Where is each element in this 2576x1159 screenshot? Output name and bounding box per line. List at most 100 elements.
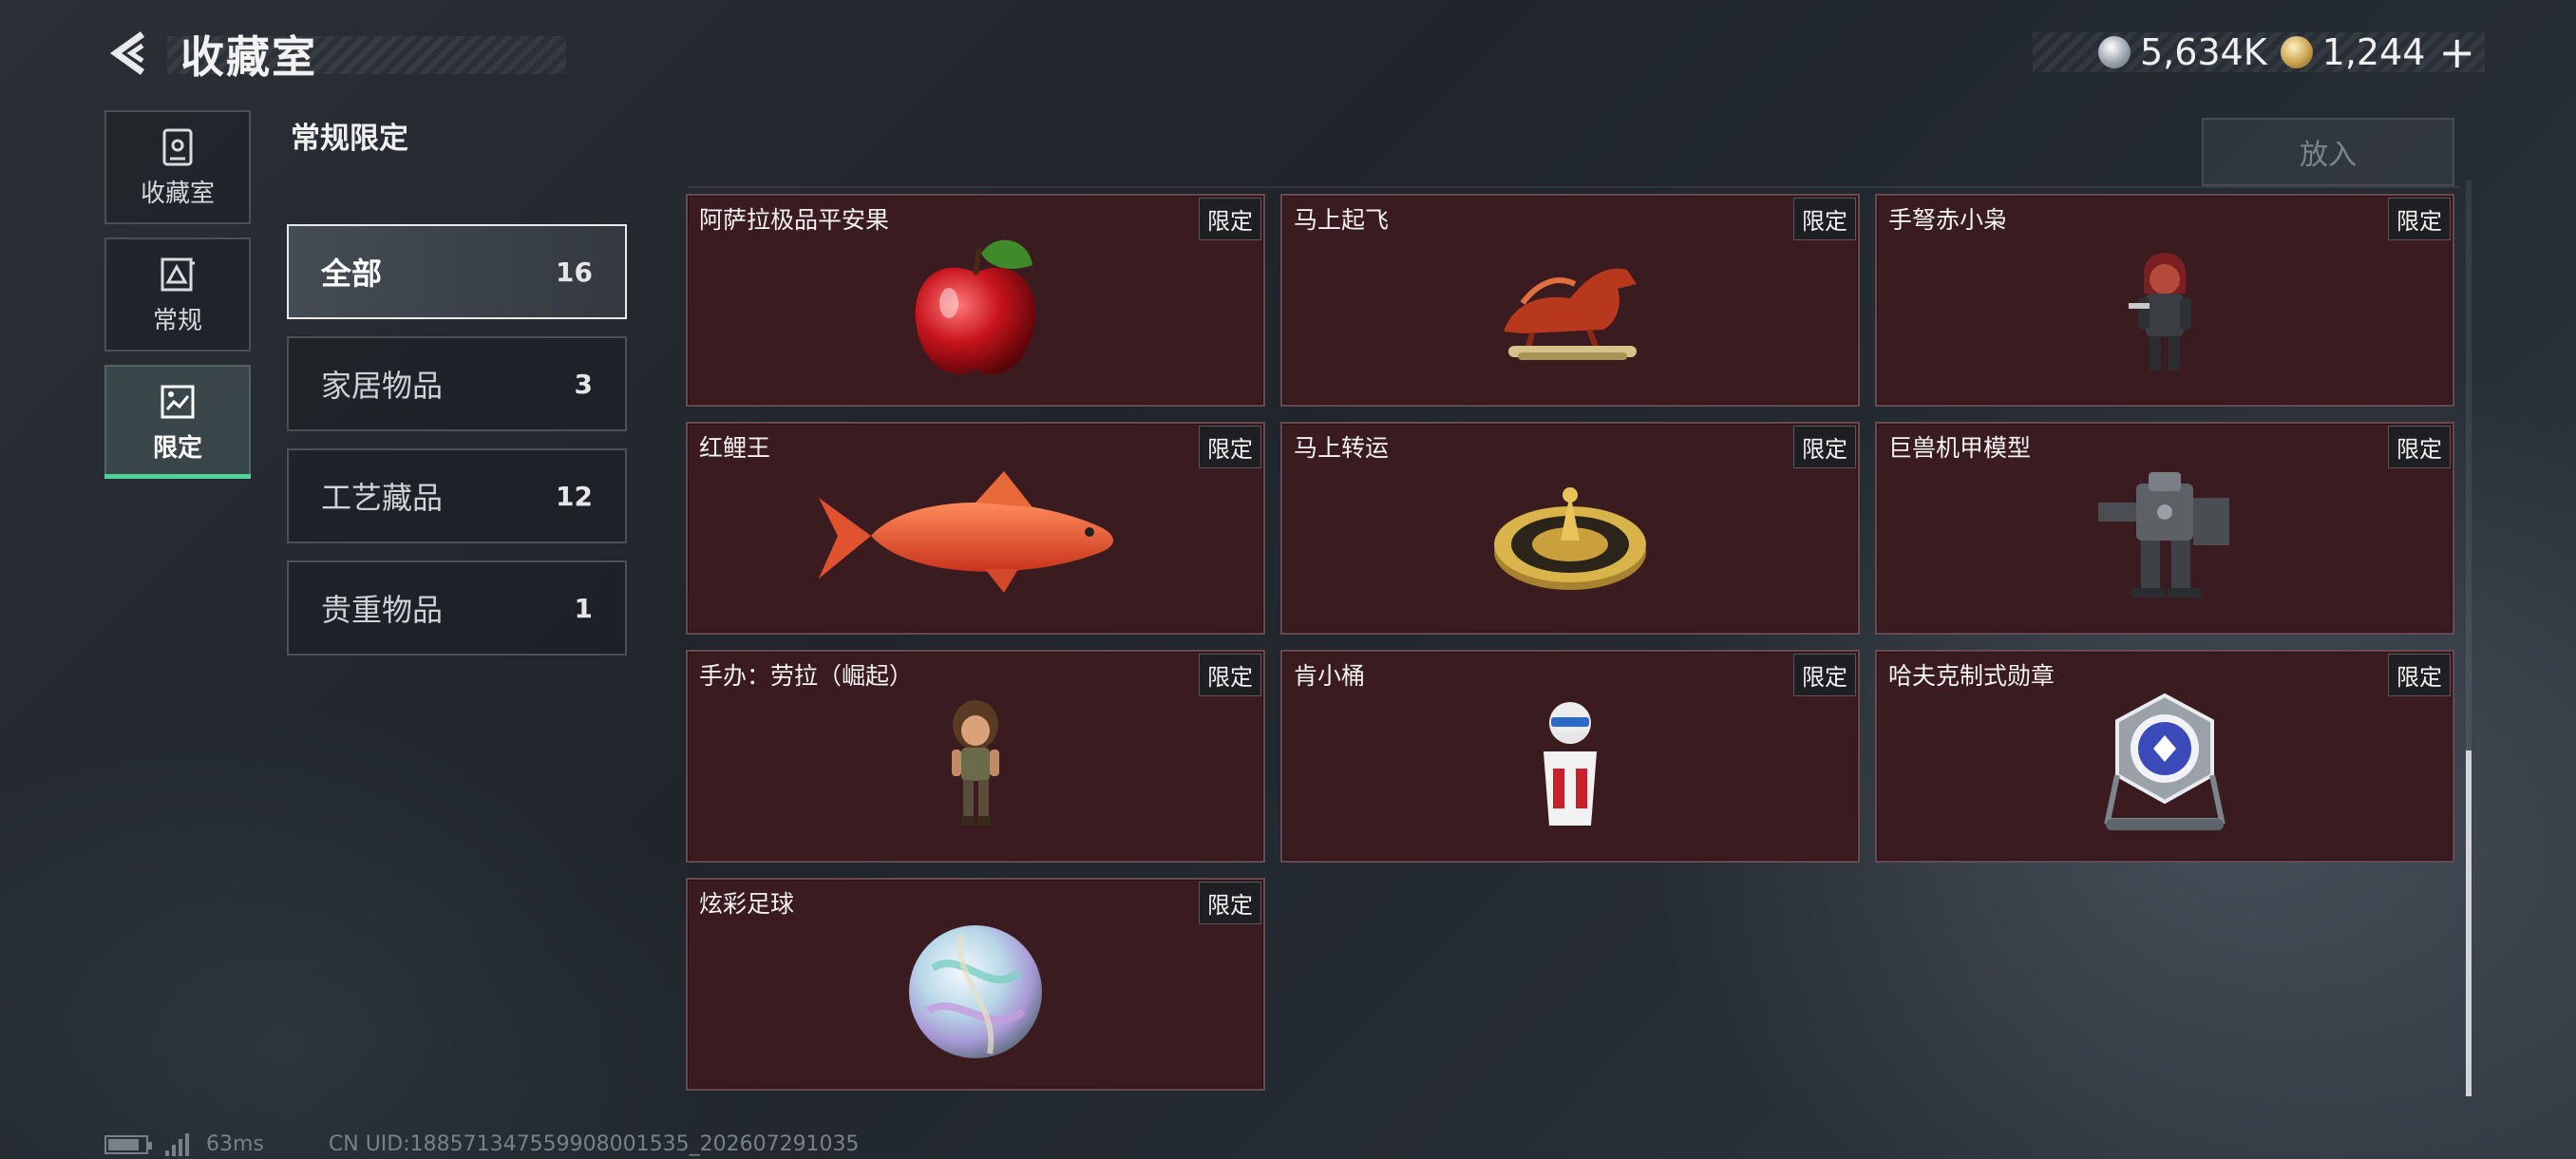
- iridescent-ball-icon: [909, 925, 1042, 1058]
- item-name: 哈夫克制式勋章: [1888, 662, 2055, 690]
- item-name: 马上转运: [1294, 434, 1390, 462]
- item-name: 手弩赤小枭: [1888, 206, 2008, 234]
- item-card[interactable]: 马上起飞 限定: [1280, 194, 1860, 407]
- category-count: 12: [556, 480, 593, 512]
- item-name: 肯小桶: [1294, 662, 1366, 690]
- horse-statue-icon: [1504, 268, 1637, 360]
- nav-label: 限定: [152, 433, 202, 463]
- limited-badge: 限定: [1199, 882, 1261, 924]
- card-corner: [1258, 855, 1263, 861]
- category-all[interactable]: 全部 16: [287, 224, 627, 319]
- page-title: 收藏室: [180, 31, 317, 83]
- nav-item-limited[interactable]: 限定: [104, 365, 251, 479]
- limited-badge: 限定: [1793, 198, 1856, 240]
- carp-fish-icon: [819, 471, 1114, 593]
- item-card[interactable]: 哈夫克制式勋章 限定: [1875, 650, 2454, 863]
- category-valuables[interactable]: 贵重物品 1: [287, 560, 627, 656]
- lara-figure-icon: [952, 700, 999, 826]
- currency-bar: 5,634K 1,244 +: [2033, 27, 2485, 78]
- card-corner: [2447, 399, 2453, 405]
- item-card[interactable]: 肯小桶 限定: [1280, 650, 1860, 863]
- category-list: 全部 16 家居物品 3 工艺藏品 12 贵重物品 1: [287, 224, 627, 673]
- category-home[interactable]: 家居物品 3: [287, 336, 627, 431]
- item-name: 手办：劳拉（崛起）: [699, 662, 914, 690]
- collection-room-icon: [162, 128, 193, 165]
- card-corner: [1852, 399, 1858, 405]
- colonel-bucket-icon: [1544, 702, 1597, 826]
- page-title-area: 收藏室: [167, 23, 566, 83]
- mech-model-icon: [2098, 472, 2229, 598]
- item-name: 马上起飞: [1294, 206, 1390, 234]
- header-divider: [688, 186, 2460, 188]
- card-corner: [1877, 627, 1883, 633]
- side-nav: 收藏室 常规 限定: [104, 110, 253, 492]
- card-corner: [1282, 627, 1288, 633]
- nav-item-regular[interactable]: 常规: [104, 238, 251, 352]
- card-corner: [1852, 627, 1858, 633]
- item-name: 阿萨拉极品平安果: [699, 206, 890, 234]
- limited-badge: 限定: [2388, 198, 2451, 240]
- category-count: 16: [556, 256, 593, 288]
- item-card[interactable]: 手弩赤小枭 限定: [1875, 194, 2454, 407]
- limited-badge: 限定: [1199, 654, 1261, 696]
- section-title: 常规限定: [291, 122, 408, 156]
- card-corner: [2447, 627, 2453, 633]
- category-count: 3: [574, 368, 593, 400]
- category-label: 全部: [321, 256, 383, 292]
- limited-badge: 限定: [1199, 426, 1261, 468]
- card-corner: [1258, 399, 1263, 405]
- gold-currency: 1,244 +: [2280, 27, 2475, 78]
- limited-badge: 限定: [2388, 426, 2451, 468]
- card-corner: [688, 1083, 693, 1089]
- nav-item-collection-room[interactable]: 收藏室: [104, 110, 251, 224]
- item-card[interactable]: 马上转运 限定: [1280, 422, 1860, 635]
- grid-scrollbar[interactable]: [2466, 180, 2472, 1096]
- limited-badge: 限定: [1793, 426, 1856, 468]
- item-card[interactable]: 红鲤王 限定: [686, 422, 1265, 635]
- medal-icon: [2104, 693, 2226, 830]
- silver-currency: 5,634K: [2097, 31, 2267, 73]
- card-corner: [688, 855, 693, 861]
- regular-icon: [161, 257, 195, 291]
- hooded-figure-icon: [2129, 253, 2191, 370]
- limited-badge: 限定: [1199, 198, 1261, 240]
- item-name: 炫彩足球: [699, 890, 795, 918]
- nav-label: 收藏室: [140, 179, 215, 208]
- card-corner: [688, 399, 693, 405]
- card-corner: [1258, 627, 1263, 633]
- card-corner: [1852, 855, 1858, 861]
- back-arrow-icon: [109, 31, 145, 75]
- top-bar: 收藏室 5,634K 1,244 +: [0, 0, 2576, 104]
- nav-label: 常规: [152, 306, 202, 335]
- category-count: 1: [574, 592, 593, 624]
- category-label: 工艺藏品: [321, 480, 444, 516]
- item-card[interactable]: 阿萨拉极品平安果 限定: [686, 194, 1265, 407]
- category-craft[interactable]: 工艺藏品 12: [287, 448, 627, 543]
- item-grid: 阿萨拉极品平安果 限定 马上起飞 限定 手弩赤小枭 限定 红鲤王 限定 马上转运…: [686, 194, 2454, 1091]
- signal-icon: [165, 1132, 189, 1156]
- put-in-button[interactable]: 放入: [2202, 118, 2454, 186]
- ping-text: 63ms: [206, 1132, 264, 1156]
- card-corner: [688, 627, 693, 633]
- back-button[interactable]: [103, 25, 160, 82]
- limited-badge: 限定: [1793, 654, 1856, 696]
- item-card[interactable]: 巨兽机甲模型 限定: [1875, 422, 2454, 635]
- status-footer: 63ms CN UID:18857134755990800153​5_20260…: [104, 1132, 860, 1156]
- item-card[interactable]: 炫彩足球 限定: [686, 878, 1265, 1091]
- scroll-thumb[interactable]: [2466, 750, 2472, 1096]
- silver-coin-icon: [2097, 36, 2131, 68]
- golden-compass-icon: [1494, 487, 1646, 590]
- item-name: 红鲤王: [699, 434, 771, 462]
- card-corner: [1282, 399, 1288, 405]
- card-corner: [1877, 399, 1883, 405]
- uid-text: CN UID:18857134755990800153​5_2026072910…: [328, 1132, 860, 1156]
- battery-icon: [104, 1134, 152, 1154]
- apple-icon: [915, 239, 1036, 374]
- gold-amount: 1,244: [2321, 31, 2426, 73]
- category-label: 家居物品: [321, 368, 444, 404]
- item-card[interactable]: 手办：劳拉（崛起） 限定: [686, 650, 1265, 863]
- limited-badge: 限定: [2388, 654, 2451, 696]
- add-currency-button[interactable]: +: [2438, 27, 2475, 78]
- silver-amount: 5,634K: [2139, 31, 2267, 73]
- card-corner: [1282, 855, 1288, 861]
